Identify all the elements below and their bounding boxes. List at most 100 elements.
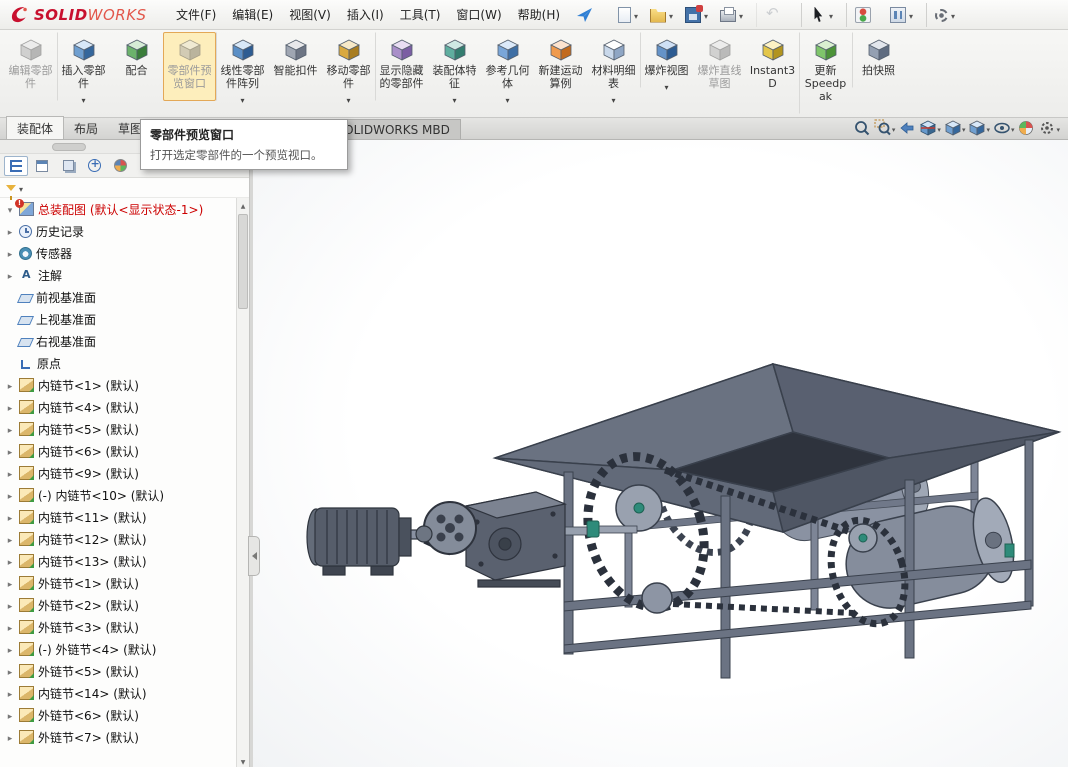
tree-scrollbar[interactable] <box>236 198 249 767</box>
panel-collapse-handle[interactable] <box>248 536 260 576</box>
expand-arrow-icon[interactable] <box>5 268 15 282</box>
expand-arrow-icon[interactable] <box>5 686 15 700</box>
ribbon-button[interactable]: 参考几何体 <box>481 32 534 101</box>
tree-item[interactable]: 外链节<7> (默认) <box>0 726 236 748</box>
ribbon-button[interactable]: 爆炸视图 <box>640 32 693 88</box>
dimxpert-manager-tab[interactable] <box>82 156 106 176</box>
expand-arrow-icon[interactable] <box>5 620 15 634</box>
tree-item[interactable]: 内链节<11> (默认) <box>0 506 236 528</box>
ribbon-button[interactable]: 拍快照 <box>852 32 905 88</box>
ribbon-button[interactable]: 插入零部件 <box>57 32 110 101</box>
expand-arrow-icon[interactable] <box>5 246 15 260</box>
tree-item[interactable]: 外链节<6> (默认) <box>0 704 236 726</box>
ribbon-button[interactable]: 材料明细表 <box>587 32 640 101</box>
menu-item[interactable]: 窗口(W) <box>448 1 509 28</box>
expand-arrow-icon[interactable] <box>5 224 15 238</box>
graphics-viewport[interactable] <box>253 140 1068 767</box>
expand-arrow-icon[interactable] <box>5 532 15 546</box>
expand-arrow-icon[interactable] <box>5 378 15 392</box>
expand-arrow-icon[interactable] <box>5 664 15 678</box>
rocket-icon[interactable] <box>576 6 594 24</box>
ribbon-button[interactable]: 线性零部件阵列 <box>216 32 269 101</box>
view-tool-button[interactable] <box>968 119 990 137</box>
expand-arrow-icon[interactable] <box>5 488 15 502</box>
view-tool-button[interactable] <box>1038 119 1060 137</box>
tree-item[interactable]: 内链节<13> (默认) <box>0 550 236 572</box>
expand-arrow-icon[interactable] <box>5 444 15 458</box>
view-tool-button[interactable] <box>993 119 1015 137</box>
tree-item[interactable]: 外链节<1> (默认) <box>0 572 236 594</box>
command-tab[interactable]: 布局 <box>64 117 108 139</box>
view-tool-button[interactable] <box>919 119 941 137</box>
view-tool-button[interactable] <box>874 119 896 137</box>
scrollbar-thumb[interactable] <box>238 214 248 309</box>
expand-arrow-icon[interactable] <box>5 202 15 216</box>
tree-root-item[interactable]: 总装配图 (默认<显示状态-1>) <box>0 198 236 220</box>
filter-button[interactable] <box>6 181 23 195</box>
ribbon-button[interactable]: 装配体特征 <box>428 32 481 101</box>
ribbon-button[interactable]: 新建运动算例 <box>534 32 587 101</box>
tree-item[interactable]: 外链节<5> (默认) <box>0 660 236 682</box>
scrollbar-thumb[interactable] <box>52 143 86 151</box>
view-tool-button[interactable] <box>1017 119 1035 137</box>
expand-arrow-icon[interactable] <box>5 730 15 744</box>
display-manager-tab[interactable] <box>108 156 132 176</box>
tree-item[interactable]: 内链节<6> (默认) <box>0 440 236 462</box>
tree-item[interactable]: (-) 内链节<10> (默认) <box>0 484 236 506</box>
ribbon-button[interactable]: 零部件预览窗口 <box>163 32 216 101</box>
tree-item[interactable]: 内链节<12> (默认) <box>0 528 236 550</box>
expand-arrow-icon[interactable] <box>5 576 15 590</box>
quick-tool-button[interactable] <box>646 3 681 27</box>
menu-item[interactable]: 编辑(E) <box>224 1 281 28</box>
tree-item[interactable]: 内链节<4> (默认) <box>0 396 236 418</box>
expand-arrow-icon[interactable] <box>5 400 15 414</box>
ribbon-button[interactable]: 爆炸直线草图 <box>693 32 746 101</box>
quick-tool-button[interactable] <box>801 3 841 27</box>
tree-item[interactable]: 外链节<2> (默认) <box>0 594 236 616</box>
menu-item[interactable]: 工具(T) <box>392 1 449 28</box>
view-tool-button[interactable] <box>898 119 916 137</box>
quick-tool-button[interactable] <box>926 3 963 27</box>
tree-item[interactable]: 内链节<5> (默认) <box>0 418 236 440</box>
scroll-up-arrow-icon[interactable] <box>237 198 249 211</box>
tree-item[interactable]: 内链节<1> (默认) <box>0 374 236 396</box>
tree-item[interactable]: 内链节<9> (默认) <box>0 462 236 484</box>
quick-tool-button[interactable] <box>681 3 716 27</box>
feature-manager-tab[interactable] <box>4 156 28 176</box>
ribbon-button[interactable]: 智能扣件 <box>269 32 322 88</box>
ribbon-button[interactable]: 更新 Speedpak <box>799 32 852 114</box>
expand-arrow-icon[interactable] <box>5 642 15 656</box>
ribbon-button[interactable]: 配合 <box>110 32 163 88</box>
quick-tool-button[interactable] <box>614 3 646 27</box>
ribbon-button[interactable]: Instant3D <box>746 32 799 101</box>
scroll-down-arrow-icon[interactable] <box>237 754 249 767</box>
quick-tool-button[interactable] <box>716 3 751 27</box>
menu-item[interactable]: 文件(F) <box>168 1 224 28</box>
tree-item[interactable]: 历史记录 <box>0 220 236 242</box>
expand-arrow-icon[interactable] <box>5 598 15 612</box>
tree-item[interactable]: 右视基准面 <box>0 330 236 352</box>
expand-arrow-icon[interactable] <box>5 466 15 480</box>
menu-item[interactable]: 插入(I) <box>339 1 392 28</box>
expand-arrow-icon[interactable] <box>5 554 15 568</box>
ribbon-button[interactable]: 移动零部件 <box>322 32 375 101</box>
command-tab[interactable]: 装配体 <box>6 116 64 139</box>
expand-arrow-icon[interactable] <box>5 510 15 524</box>
tree-item[interactable]: 上视基准面 <box>0 308 236 330</box>
view-tool-button[interactable] <box>853 119 871 137</box>
menu-item[interactable]: 视图(V) <box>281 1 339 28</box>
ribbon-button[interactable]: 显示隐藏的零部件 <box>375 32 428 101</box>
property-manager-tab[interactable] <box>30 156 54 176</box>
menu-item[interactable]: 帮助(H) <box>510 1 568 28</box>
tree-item[interactable]: 前视基准面 <box>0 286 236 308</box>
quick-tool-button[interactable] <box>886 3 921 27</box>
tree-item[interactable]: 注解 <box>0 264 236 286</box>
tree-item[interactable]: 传感器 <box>0 242 236 264</box>
expand-arrow-icon[interactable] <box>5 708 15 722</box>
tree-item[interactable]: 内链节<14> (默认) <box>0 682 236 704</box>
quick-tool-button[interactable] <box>756 3 796 27</box>
tree-item[interactable]: (-) 外链节<4> (默认) <box>0 638 236 660</box>
quick-tool-button[interactable] <box>846 3 886 27</box>
configuration-manager-tab[interactable] <box>56 156 80 176</box>
ribbon-button[interactable]: 编辑零部件 <box>4 32 57 101</box>
